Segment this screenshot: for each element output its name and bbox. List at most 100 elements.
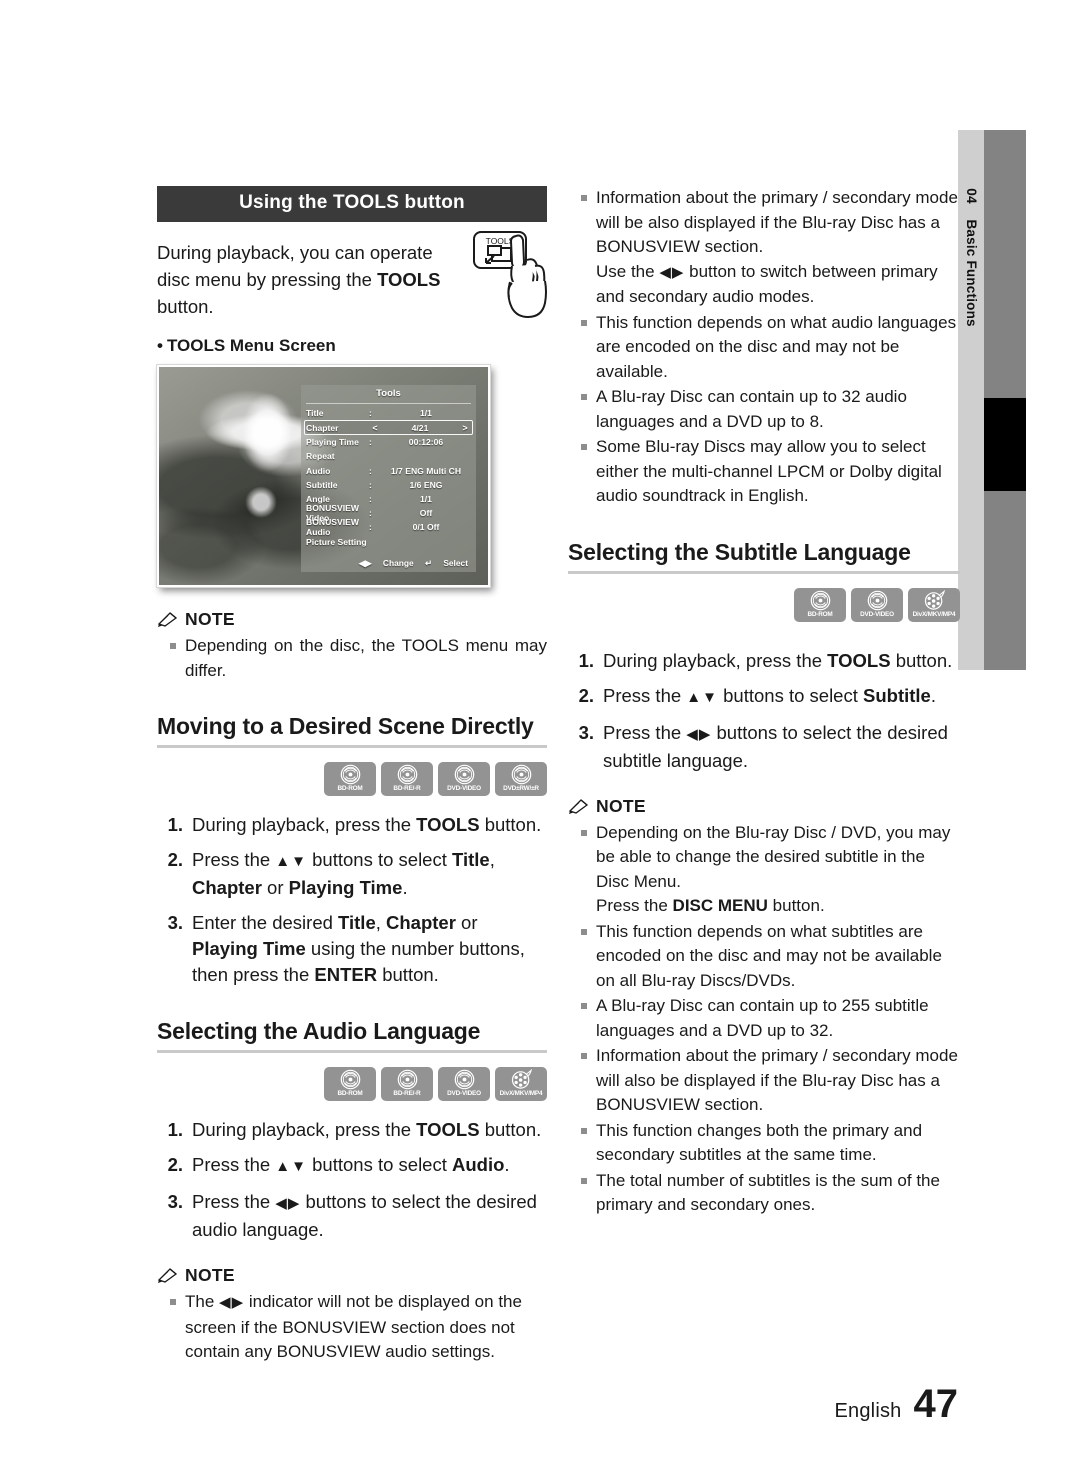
step-number: 1. — [167, 1119, 183, 1140]
osd-row-label: Title — [306, 408, 324, 419]
page-footer: English 47 — [835, 1382, 959, 1427]
tools-osd-row[interactable]: Picture Setting — [306, 535, 471, 549]
tools-osd-row[interactable]: Audio: 1/7 ENG Multi CH — [306, 464, 471, 478]
step-item: 3. Press the ◀▶ buttons to select the des… — [568, 720, 960, 774]
step-item: 2. Press the ▲▼ buttons to select Subtitl… — [568, 683, 960, 711]
section-title-bar: Using the TOOLS button — [157, 186, 547, 222]
remote-tools-button-illustration: TOOLS — [472, 230, 558, 335]
optical-disc-icon — [867, 590, 887, 610]
disc-compat-badge: DVD-VIDEO — [851, 587, 903, 622]
optical-disc-icon — [454, 764, 474, 785]
osd-row-label: Playing Time — [306, 437, 359, 448]
footer-page-number: 47 — [913, 1382, 959, 1426]
tools-osd-row[interactable]: BONUSVIEW Audio: 0/1 Off — [306, 517, 471, 537]
sidebar-chapter-number: 04 — [963, 188, 979, 204]
disc-compat-label: DVD-VIDEO — [447, 1090, 481, 1097]
osd-right-arrow-icon[interactable]: > — [459, 423, 471, 433]
disc-compat-badge: DivX/MKV/MP4 — [495, 1067, 547, 1101]
note-block-subtitle: NOTE Depending on the Blu-ray Disc / DVD… — [568, 796, 960, 1218]
note-item: Some Blu-ray Discs may allow you to sele… — [568, 435, 960, 509]
disc-compat-badge: DVD-VIDEO — [438, 762, 490, 796]
osd-row-value: 0/1 Off — [412, 522, 440, 533]
step-item: 1. During playback, press the TOOLS butto… — [568, 648, 960, 674]
osd-row-label: Subtitle — [306, 479, 338, 490]
disc-compat-badge: BD-RE/-R — [381, 762, 433, 796]
step-number: 3. — [167, 1191, 183, 1212]
tools-osd-row[interactable]: Chapter <4/21 > — [304, 420, 473, 436]
step-item: 2. Press the ▲▼ buttons to select Title, … — [157, 847, 547, 901]
step-text: Press the ◀▶ buttons to select the desir… — [192, 1191, 537, 1240]
right-column: Information about the primary / secondar… — [568, 186, 960, 1219]
tools-osd-row[interactable]: Title: 1/1 — [306, 406, 471, 420]
note-item-list-continued: Information about the primary / secondar… — [568, 186, 960, 509]
note-item: Depending on the Blu-ray Disc / DVD, you… — [568, 821, 960, 919]
optical-disc-icon — [511, 764, 531, 785]
disc-compat-label: DVD±RW/±R — [503, 785, 539, 792]
step-text: Press the ▲▼ buttons to select Subtitle. — [603, 684, 936, 706]
intro-text-part2: button. — [157, 296, 214, 317]
disc-compat-label: BD-ROM — [807, 610, 833, 618]
note-block-tools: NOTE Depending on the disc, the TOOLS me… — [157, 609, 547, 683]
note-item: Depending on the disc, the TOOLS menu ma… — [157, 634, 547, 683]
disc-compat-badge: DVD±RW/±R — [495, 762, 547, 796]
optical-disc-icon — [397, 764, 417, 785]
note-item: This function changes both the primary a… — [568, 1119, 960, 1168]
optical-disc-icon — [340, 764, 360, 785]
note-item: Information about the primary / secondar… — [568, 1044, 960, 1118]
pencil-icon — [157, 1268, 178, 1283]
step-number: 2. — [167, 849, 183, 870]
sidebar-chapter-title: Basic Functions — [963, 219, 979, 327]
osd-left-arrow-icon[interactable]: < — [369, 423, 381, 433]
disc-compat-badge: DivX/MKV/MP4 — [908, 587, 960, 622]
disc-compat-label: BD-ROM — [337, 785, 363, 792]
film-reel-icon — [924, 589, 945, 610]
step-text: Press the ◀▶ buttons to select the desir… — [603, 721, 948, 771]
disc-compat-row-audio: BD-ROM BD-RE/-R DVD-VIDEO DivX/MKV/MP4 — [157, 1067, 547, 1101]
step-text: Press the ▲▼ buttons to select Audio. — [192, 1154, 510, 1175]
step-number: 3. — [578, 721, 594, 743]
disc-compat-badge: BD-ROM — [324, 762, 376, 796]
tools-osd-row[interactable]: Subtitle: 1/6 ENG — [306, 478, 471, 492]
steps-list-scene: 1. During playback, press the TOOLS butto… — [157, 812, 547, 988]
tools-osd-row[interactable]: Playing Time: 00:12:06 — [306, 435, 471, 449]
step-item: 3. Enter the desired Title, Chapter or Pl… — [157, 910, 547, 988]
osd-row-label: Repeat — [306, 451, 335, 462]
disc-compat-label: BD-RE/-R — [393, 785, 421, 792]
tools-osd-row[interactable]: Repeat — [306, 449, 471, 463]
note-item-list-audio: The ◀▶ indicator will not be displayed o… — [157, 1290, 547, 1365]
note-item: Information about the primary / secondar… — [568, 186, 960, 310]
tools-osd-footer: ◀▶ Change ↵ Select — [301, 558, 476, 568]
osd-row-colon: : — [369, 408, 372, 419]
note-item: A Blu-ray Disc can contain up to 255 sub… — [568, 994, 960, 1043]
tools-menu-screen-caption-label: TOOLS Menu Screen — [166, 336, 336, 355]
step-text: During playback, press the TOOLS button. — [192, 814, 542, 835]
osd-row-colon: : — [369, 437, 372, 448]
osd-row-colon: : — [369, 465, 372, 476]
step-text: During playback, press the TOOLS button. — [192, 1119, 542, 1140]
footer-language: English — [834, 1400, 902, 1422]
tools-osd-title: Tools — [376, 388, 401, 399]
step-text: Press the ▲▼ buttons to select Title, Ch… — [192, 849, 495, 898]
step-number: 2. — [578, 684, 594, 706]
intro-paragraph: During playback, you can operate disc me… — [157, 239, 467, 320]
step-number: 3. — [167, 912, 183, 933]
note-item: The ◀▶ indicator will not be displayed o… — [157, 1290, 547, 1365]
osd-select-hint: ↵ Select — [424, 558, 468, 568]
disc-compat-label: DVD-VIDEO — [860, 610, 894, 618]
step-text: Enter the desired Title, Chapter or Play… — [192, 912, 525, 985]
note-heading-label: NOTE — [185, 609, 235, 629]
film-reel-icon — [511, 1069, 532, 1089]
optical-disc-icon — [340, 1069, 360, 1090]
osd-row-value: 1/1 — [420, 408, 432, 419]
osd-row-label: Chapter — [306, 422, 339, 433]
tools-osd-row-list: Title: 1/1 Chapter <4/21 > Playing Time: 00:12… — [301, 404, 476, 549]
osd-row-value: 00:12:06 — [408, 437, 444, 448]
pencil-icon — [157, 612, 178, 627]
note-item: A Blu-ray Disc can contain up to 32 audi… — [568, 385, 960, 434]
disc-compat-label: DivX/MKV/MP4 — [912, 610, 956, 618]
osd-row-colon: : — [369, 522, 372, 533]
osd-row-value: Off — [419, 508, 433, 519]
osd-row-colon: : — [369, 508, 372, 519]
sidebar-section-marker — [984, 398, 1026, 491]
optical-disc-icon — [810, 590, 830, 610]
